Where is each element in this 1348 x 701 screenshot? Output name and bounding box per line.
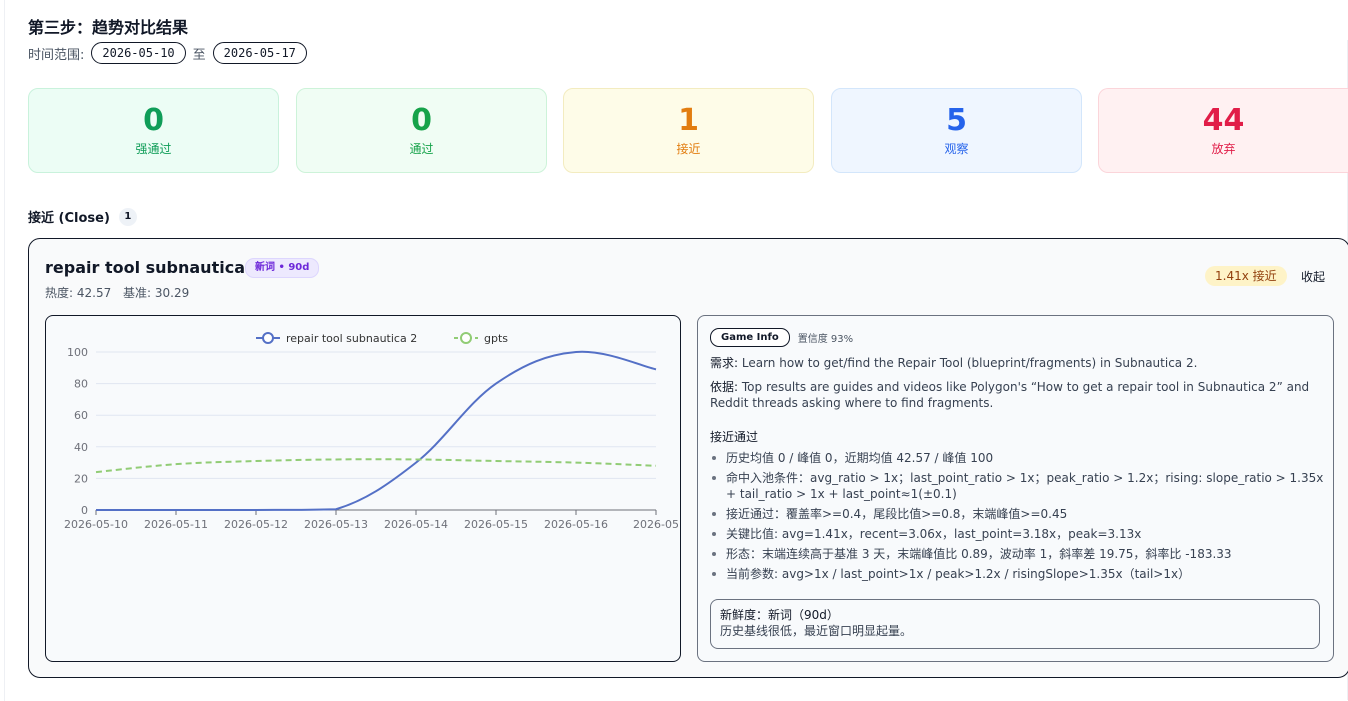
- x-tick-label: 2026-05-13: [304, 518, 368, 531]
- list-item: 关键比值: avg=1.41x，recent=3.06x，last_point=…: [712, 526, 1331, 542]
- game-info-header: Game Info 置信度 93%: [710, 328, 853, 347]
- legend-label: gpts: [484, 332, 508, 345]
- result-card: repair tool subnautica 2 新词 • 90d 热度: 42…: [28, 238, 1348, 678]
- list-item: 接近通过：覆盖率>=0.4，尾段比值>=0.8，末端峰值>=0.45: [712, 506, 1331, 522]
- x-tick-label: 2026-05-15: [464, 518, 528, 531]
- stat-value: 1: [678, 103, 699, 138]
- section-count-badge: 1: [118, 207, 137, 226]
- y-tick-label: 20: [74, 472, 88, 485]
- stat-value: 0: [143, 103, 164, 138]
- x-tick-label: 2026-05-11: [144, 518, 208, 531]
- y-tick-label: 80: [74, 378, 88, 391]
- basis-text: 依据: Top results are guides and videos li…: [710, 379, 1310, 411]
- stat-value: 5: [946, 103, 967, 138]
- range-start-date[interactable]: 2026-05-10: [91, 42, 186, 64]
- range-end-date[interactable]: 2026-05-17: [212, 42, 307, 64]
- stat-label: 接近: [676, 142, 701, 156]
- x-tick-label: 2026-05-10: [64, 518, 128, 531]
- series-line-gpts: [95, 458, 657, 474]
- stat-value: 44: [1202, 103, 1245, 138]
- confidence-label: 置信度 93%: [797, 334, 854, 345]
- stat-card-pass[interactable]: 0 通过: [296, 88, 547, 173]
- y-tick-label: 60: [74, 409, 88, 422]
- heat-value: 热度: 42.57: [45, 286, 112, 300]
- basis-label: 依据:: [710, 380, 739, 394]
- game-info-panel: Game Info 置信度 93% 需求: Learn how to get/f…: [697, 315, 1334, 662]
- legend-marker: [460, 332, 472, 344]
- basis-content: Top results are guides and videos like P…: [710, 380, 1310, 410]
- legend-label: repair tool subnautica 2: [286, 332, 417, 345]
- trend-results-page: 第三步：趋势对比结果 时间范围: 2026-05-10 至 2026-05-17…: [0, 0, 1348, 701]
- y-tick-label: 0: [81, 504, 88, 517]
- baseline-value: 基准: 30.29: [123, 286, 190, 300]
- stat-value: 0: [411, 103, 432, 138]
- trend-chart: 0 20 40 60 80 100 2026-05-10 2026-05-11 2026-05-…: [45, 315, 681, 662]
- y-tick-label: 100: [67, 346, 88, 359]
- stat-label: 通过: [409, 142, 434, 156]
- y-tick-label: 40: [74, 441, 88, 454]
- list-item: 历史均值 0 / 峰值 0，近期均值 42.57 / 峰值 100: [712, 450, 1331, 466]
- stat-card-watch[interactable]: 5 观察: [831, 88, 1082, 173]
- freshness-text: 历史基线很低，最近窗口明显起量。: [720, 624, 913, 638]
- fresh-badge: 新词 • 90d: [245, 258, 320, 278]
- range-label: 时间范围:: [28, 47, 85, 63]
- list-item: 命中入池条件：avg_ratio > 1x；last_point_ratio >…: [712, 470, 1331, 502]
- x-tick-label: 2026-05-16: [544, 518, 608, 531]
- x-tick-label: 2026-05-12: [224, 518, 288, 531]
- close-pass-title: 接近通过: [710, 430, 759, 444]
- range-separator: 至: [192, 47, 206, 63]
- heat-line: 热度: 42.57 基准: 30.29: [45, 284, 197, 301]
- criteria-list: 历史均值 0 / 峰值 0，近期均值 42.57 / 峰值 100 命中入池条件…: [710, 450, 1331, 586]
- stat-card-close[interactable]: 1 接近: [563, 88, 814, 173]
- collapse-button[interactable]: 收起: [1301, 268, 1325, 285]
- x-tick-label: 2026-05: [633, 518, 679, 531]
- trend-chart-svg: 0 20 40 60 80 100 2026-05-10 2026-05-11 2026-05-…: [64, 332, 679, 531]
- need-label: 需求:: [710, 356, 739, 370]
- series-line-repair-tool: [95, 350, 657, 511]
- game-info-tag: Game Info: [710, 328, 790, 347]
- left-divider: [4, 0, 5, 701]
- stat-label: 观察: [944, 142, 969, 156]
- keyword-title: repair tool subnautica 2: [45, 258, 262, 277]
- list-item: 当前参数: avg>1x / last_point>1x / peak>1.2x…: [712, 566, 1331, 582]
- stat-card-strong-pass[interactable]: 0 强通过: [28, 88, 279, 173]
- stat-card-drop[interactable]: 44 放弃: [1098, 88, 1348, 173]
- need-content: Learn how to get/find the Repair Tool (b…: [741, 356, 1198, 370]
- legend-marker: [262, 332, 274, 344]
- need-text: 需求: Learn how to get/find the Repair Too…: [710, 355, 1310, 371]
- list-item: 形态：末端连续高于基准 3 天，末端峰值比 0.89，波动率 1，斜率差 19.…: [712, 546, 1331, 562]
- stat-label: 强通过: [135, 142, 172, 156]
- date-range: 时间范围: 2026-05-10 至 2026-05-17: [28, 42, 314, 64]
- freshness-box: 新鲜度：新词（90d） 历史基线很低，最近窗口明显起量。: [710, 599, 1320, 649]
- ratio-badge: 1.41x 接近: [1205, 266, 1287, 286]
- freshness-title: 新鲜度：新词（90d）: [720, 608, 839, 622]
- page-title: 第三步：趋势对比结果: [28, 18, 189, 37]
- stat-label: 放弃: [1211, 142, 1236, 156]
- section-header-close: 接近 (Close) 1: [28, 207, 137, 226]
- x-tick-label: 2026-05-14: [384, 518, 448, 531]
- section-title: 接近 (Close): [28, 211, 110, 226]
